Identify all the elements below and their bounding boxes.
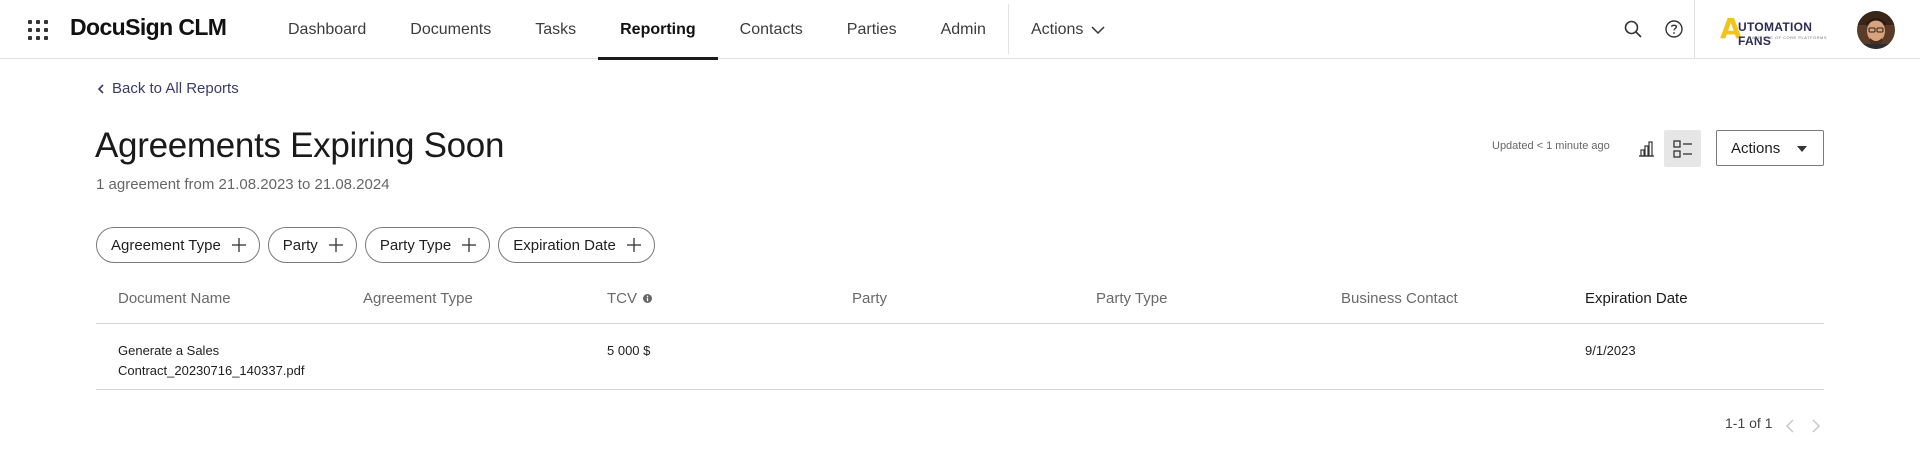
report-table: Document Name Agreement Type TCV Party P…	[96, 278, 1824, 390]
plus-icon	[462, 238, 477, 252]
report-subtitle: 1 agreement from 21.08.2023 to 21.08.202…	[96, 176, 390, 193]
column-header-tcv-label: TCV	[607, 290, 637, 307]
top-navigation-bar: DocuSign CLM Dashboard Documents Tasks R…	[0, 0, 1920, 60]
logo-text: UTOMATION FANS	[1738, 20, 1813, 48]
chart-view-toggle[interactable]	[1632, 138, 1660, 160]
cell-tcv: 5 000 $	[607, 343, 651, 358]
previous-page-icon[interactable]	[1783, 418, 1797, 434]
logo-subtext: MAKE LIFE OF CORE PLATFORMS	[1748, 35, 1827, 40]
chevron-down-icon	[1091, 25, 1105, 34]
brand-logo-text[interactable]: DocuSign CLM	[70, 14, 227, 41]
cell-document-name[interactable]: Generate a Sales Contract_20230716_14033…	[118, 341, 328, 381]
column-header-tcv[interactable]: TCV	[607, 290, 652, 307]
pagination-summary: 1-1 of 1	[1725, 415, 1773, 431]
next-page-icon[interactable]	[1809, 418, 1823, 434]
nav-actions-menu[interactable]: Actions	[1009, 0, 1127, 59]
nav-item-contacts[interactable]: Contacts	[718, 0, 825, 59]
back-link-label: Back to All Reports	[112, 80, 239, 97]
filter-label: Party Type	[379, 236, 452, 254]
filter-bar: Agreement Type Party Party Type Expirati…	[96, 227, 655, 263]
user-avatar[interactable]	[1857, 11, 1895, 49]
nav-item-documents[interactable]: Documents	[388, 0, 513, 59]
nav-item-parties[interactable]: Parties	[825, 0, 919, 59]
filter-expiration-date[interactable]: Expiration Date	[498, 227, 655, 263]
cell-expiration-date: 9/1/2023	[1585, 343, 1636, 358]
plus-icon	[328, 238, 343, 252]
filter-label: Expiration Date	[513, 236, 616, 254]
column-header-expiration-date[interactable]: Expiration Date	[1585, 290, 1688, 307]
filter-party[interactable]: Party	[267, 227, 357, 263]
nav-actions-label: Actions	[1030, 20, 1084, 38]
apps-grid-icon[interactable]	[28, 20, 48, 40]
nav-item-admin[interactable]: Admin	[919, 0, 1008, 59]
help-icon[interactable]	[1663, 18, 1685, 40]
list-view-toggle[interactable]	[1664, 130, 1701, 167]
column-header-party-type[interactable]: Party Type	[1096, 290, 1167, 307]
page-title: Agreements Expiring Soon	[95, 126, 505, 165]
nav-item-dashboard[interactable]: Dashboard	[266, 0, 388, 59]
main-nav: Dashboard Documents Tasks Reporting Cont…	[266, 0, 1127, 60]
updated-timestamp: Updated < 1 minute ago	[1492, 140, 1610, 152]
column-header-party[interactable]: Party	[852, 290, 887, 307]
automation-fans-logo: A UTOMATION FANS MAKE LIFE OF CORE PLATF…	[1720, 14, 1832, 49]
nav-item-reporting[interactable]: Reporting	[598, 0, 718, 60]
info-icon[interactable]	[643, 294, 652, 303]
plus-icon	[626, 238, 641, 252]
table-row[interactable]: Generate a Sales Contract_20230716_14033…	[96, 324, 1824, 390]
plus-icon	[231, 238, 246, 252]
filter-party-type[interactable]: Party Type	[364, 227, 491, 263]
chevron-left-icon	[97, 83, 104, 94]
filter-label: Agreement Type	[111, 236, 221, 254]
column-header-business-contact[interactable]: Business Contact	[1341, 290, 1458, 307]
actions-button-label: Actions	[1731, 139, 1781, 157]
header-divider	[1694, 0, 1695, 59]
caret-down-icon	[1797, 146, 1807, 152]
column-header-agreement-type[interactable]: Agreement Type	[363, 290, 473, 307]
search-icon[interactable]	[1622, 18, 1644, 40]
report-actions-button[interactable]: Actions	[1716, 130, 1824, 166]
filter-label: Party	[282, 236, 318, 254]
table-header: Document Name Agreement Type TCV Party P…	[96, 278, 1824, 324]
back-to-reports-link[interactable]: Back to All Reports	[97, 80, 239, 97]
column-header-document-name[interactable]: Document Name	[118, 290, 231, 307]
filter-agreement-type[interactable]: Agreement Type	[96, 227, 260, 263]
list-icon	[1672, 139, 1692, 158]
nav-item-tasks[interactable]: Tasks	[513, 0, 598, 59]
bar-chart-icon	[1639, 141, 1654, 157]
